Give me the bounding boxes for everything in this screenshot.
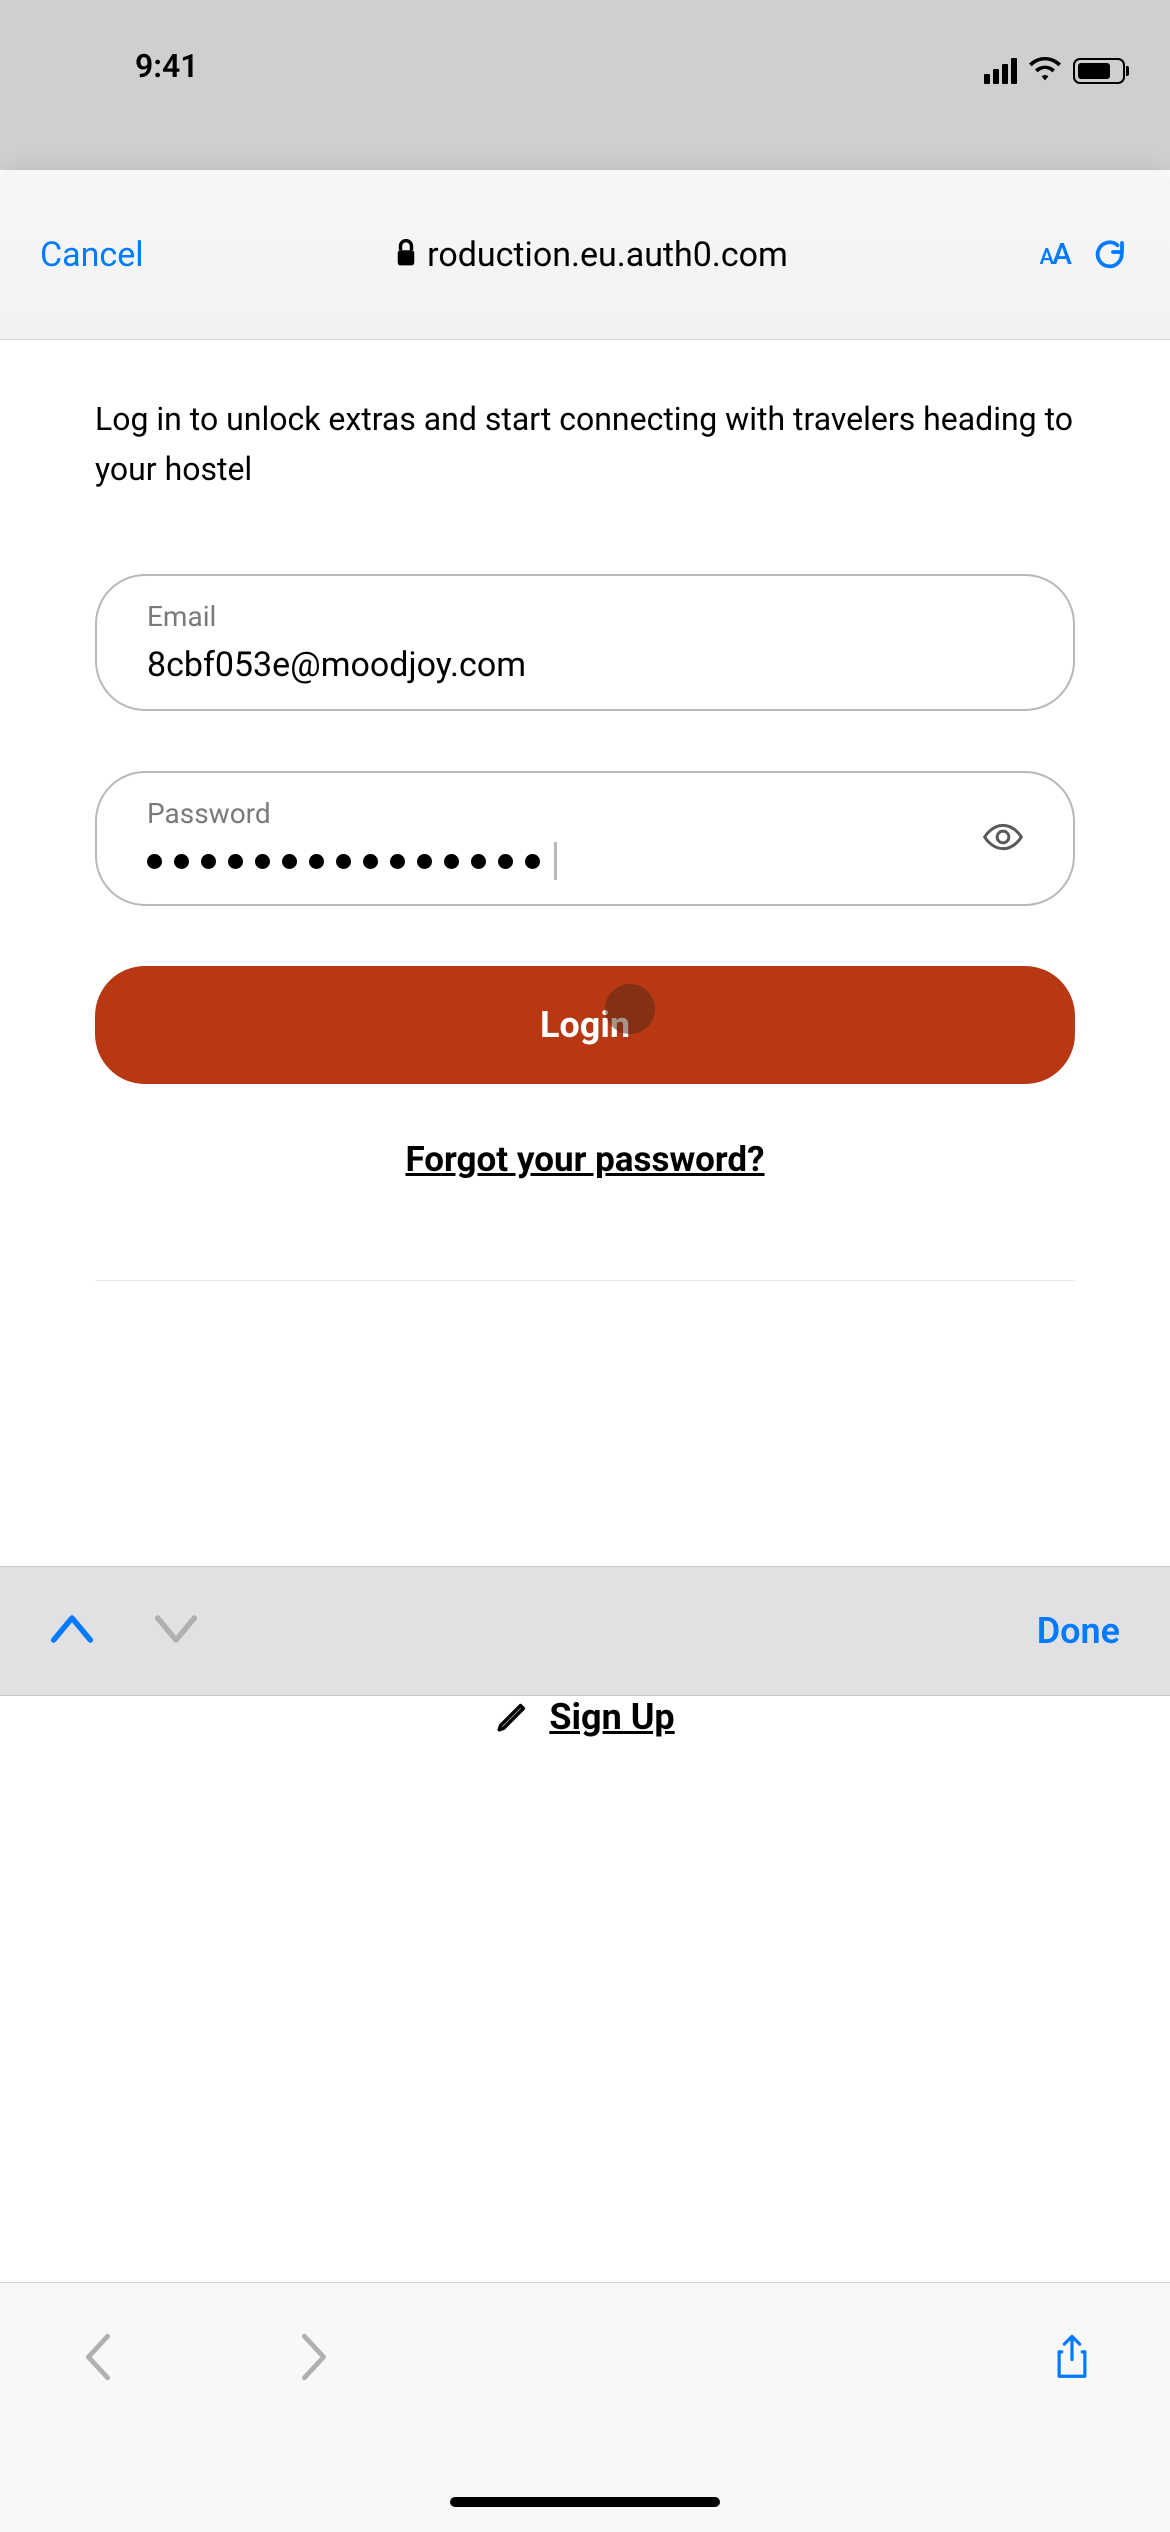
browser-header: Cancel roduction.eu.auth0.com AA <box>0 170 1170 340</box>
login-button[interactable]: Login <box>95 966 1075 1084</box>
wifi-icon <box>1029 57 1061 85</box>
forward-button[interactable] <box>296 2333 332 2385</box>
login-content: Log in to unlock extras and start connec… <box>0 340 1170 1281</box>
cellular-signal-icon <box>984 58 1017 84</box>
safari-bottom-toolbar <box>0 2282 1170 2532</box>
show-password-icon[interactable] <box>983 823 1023 855</box>
form-next-button[interactable] <box>154 1614 198 1648</box>
password-field[interactable]: Password <box>95 771 1075 906</box>
password-value <box>147 842 1023 880</box>
divider <box>95 1280 1075 1281</box>
reload-button[interactable] <box>1090 235 1130 275</box>
home-indicator[interactable] <box>450 2497 720 2507</box>
status-bar-background: 9:41 <box>0 0 1170 170</box>
form-prev-button[interactable] <box>50 1614 94 1648</box>
status-time: 9:41 <box>45 47 199 85</box>
keyboard-done-button[interactable]: Done <box>1037 1610 1120 1652</box>
battery-icon <box>1073 58 1125 84</box>
url-text: roduction.eu.auth0.com <box>427 235 788 275</box>
edit-icon <box>495 1700 529 1734</box>
form-nav-arrows <box>50 1614 198 1648</box>
status-bar: 9:41 <box>0 0 1170 100</box>
intro-text: Log in to unlock extras and start connec… <box>95 395 1075 494</box>
status-icons <box>984 57 1125 85</box>
cancel-button[interactable]: Cancel <box>40 235 144 275</box>
back-button[interactable] <box>80 2333 116 2385</box>
forgot-password-link[interactable]: Forgot your password? <box>95 1139 1075 1180</box>
share-button[interactable] <box>1054 2333 1090 2385</box>
email-field[interactable]: Email 8cbf053e@moodjoy.com <box>95 574 1075 711</box>
email-label: Email <box>147 600 1023 633</box>
signup-link[interactable]: Sign Up <box>0 1696 1170 1738</box>
toolbar-nav <box>80 2333 332 2385</box>
signup-link-label: Sign Up <box>549 1696 674 1738</box>
lock-icon <box>395 239 417 271</box>
keyboard-accessory-bar: Done <box>0 1566 1170 1696</box>
safari-sheet: Cancel roduction.eu.auth0.com AA Log in … <box>0 170 1170 2532</box>
password-label: Password <box>147 797 1023 830</box>
url-bar[interactable]: roduction.eu.auth0.com <box>164 235 1020 275</box>
reader-mode-button[interactable]: AA <box>1040 237 1071 272</box>
touch-indicator <box>605 984 655 1034</box>
email-value: 8cbf053e@moodjoy.com <box>147 645 1023 685</box>
